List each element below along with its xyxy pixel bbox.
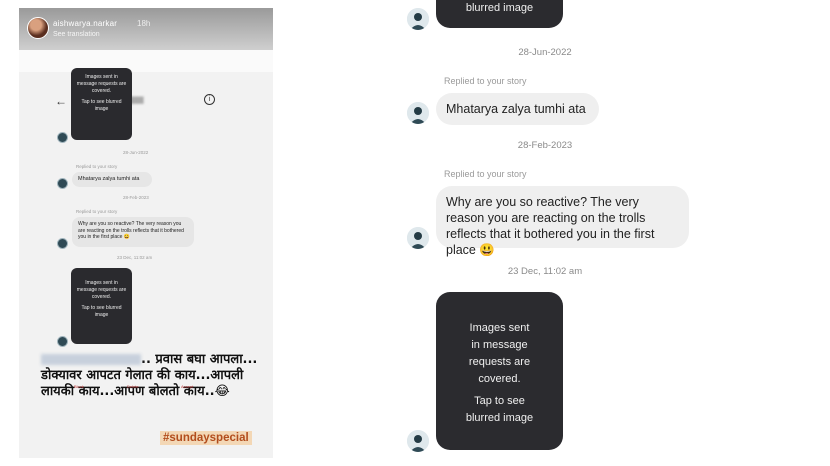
- card-line: covered.: [478, 373, 521, 385]
- card-line: blurred image: [465, 412, 534, 424]
- back-arrow-icon[interactable]: ←: [55, 94, 67, 108]
- date-separator: 23 Dec, 11:02 am: [507, 266, 583, 277]
- mini-replied-1: Replied to your story: [76, 164, 118, 169]
- story-caption: .. प्रवास बघा आपला... डोक्यावर आपटत गेला…: [41, 352, 269, 400]
- sender-avatar[interactable]: [407, 430, 429, 452]
- card-line: Tap to see: [474, 395, 525, 407]
- block-label[interactable]: Block: [74, 384, 84, 389]
- mini-date-3: 23 Dec, 11:02 am: [117, 255, 153, 260]
- mini-replied-2: Replied to your story: [76, 209, 118, 214]
- story-avatar[interactable]: [27, 17, 49, 39]
- mini-avatar: [57, 178, 68, 189]
- mini-message-2: Why are you so reactive? The very reason…: [72, 217, 194, 247]
- message-bubble[interactable]: Why are you so reactive? The very reason…: [436, 186, 689, 257]
- story-username[interactable]: aishwarya.narkar: [53, 19, 117, 28]
- mini-blurred-card-2[interactable]: Images sent in message requests are cove…: [71, 268, 132, 344]
- mini-card-tap: Tap to see blurred image: [81, 99, 122, 112]
- story-time: 18h: [137, 19, 151, 28]
- sender-avatar[interactable]: [407, 8, 429, 30]
- mini-card-text-2: Images sent in message requests are cove…: [76, 280, 127, 300]
- mini-card-text: Images sent in message requests are cove…: [76, 74, 127, 94]
- mini-date-1: 28-Jun-2022: [123, 150, 149, 155]
- mini-avatar: [57, 238, 68, 249]
- chat-zoom: blurred image 28-Jun-2022 Replied to you…: [390, 0, 700, 466]
- sender-avatar[interactable]: [407, 102, 429, 124]
- mini-blurred-card[interactable]: Images sent in message requests are cove…: [71, 68, 132, 140]
- mini-card-tap-2: Tap to see blurred image: [81, 305, 122, 318]
- accept-label[interactable]: Accept: [181, 384, 193, 389]
- mini-date-2: 28-Feb-2023: [123, 195, 149, 200]
- hashtag-sticker: #sundayspecial: [160, 431, 252, 445]
- info-icon[interactable]: i: [204, 94, 215, 105]
- sender-avatar[interactable]: [407, 227, 429, 249]
- story-header: aishwarya.narkar 18h See translation: [19, 8, 273, 50]
- see-translation-link[interactable]: See translation: [53, 31, 100, 38]
- top-card-text: blurred image: [465, 2, 534, 14]
- blurred-mention: [41, 354, 141, 365]
- story-screenshot: aishwarya.narkar 18h See translation ← █…: [19, 8, 273, 458]
- dm-header-bar: ← ██████ ██████ i: [19, 50, 273, 109]
- mini-avatar: [57, 336, 68, 347]
- card-line: Images sent: [469, 322, 530, 334]
- card-line: in message: [471, 339, 528, 351]
- card-line: requests are: [468, 356, 531, 368]
- message-bubble[interactable]: Mhatarya zalya tumhi ata: [436, 93, 599, 125]
- blurred-image-card[interactable]: Images sent in message requests are cove…: [436, 292, 563, 450]
- top-blurred-card[interactable]: blurred image: [436, 0, 563, 28]
- replied-label: Replied to your story: [444, 169, 527, 179]
- mini-avatar: [57, 132, 68, 143]
- replied-label: Replied to your story: [444, 76, 527, 86]
- date-separator: 28-Jun-2022: [518, 47, 572, 58]
- date-separator: 28-Feb-2023: [517, 140, 573, 151]
- mini-message-1: Mhatarya zalya tumhi ata: [72, 172, 152, 187]
- delete-label[interactable]: Delete: [127, 384, 139, 389]
